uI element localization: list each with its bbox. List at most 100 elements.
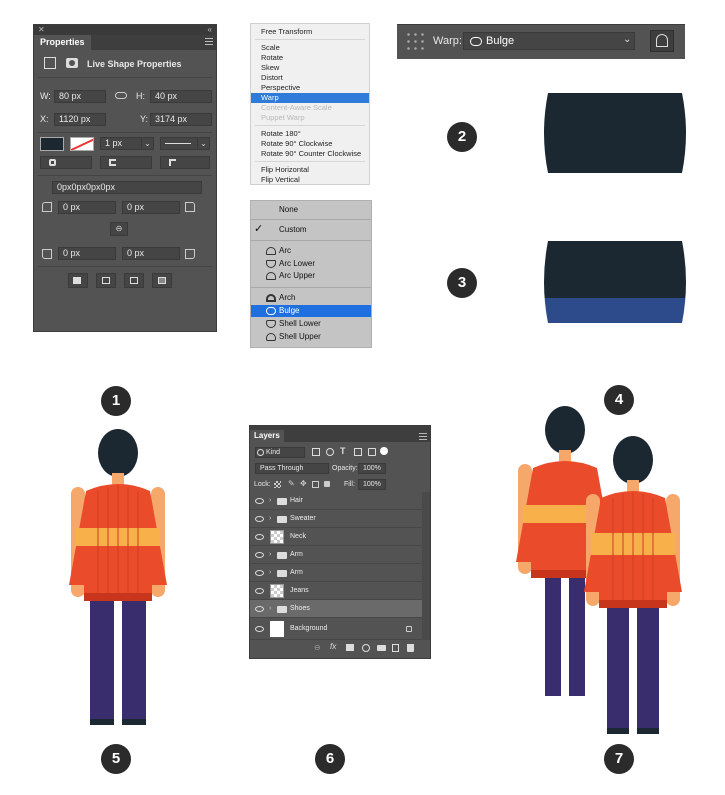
combine-shapes-icon[interactable] bbox=[68, 273, 88, 288]
warp-item-arc-upper[interactable]: Arc Upper bbox=[251, 270, 371, 282]
x-field[interactable]: 1120 px bbox=[54, 113, 106, 126]
blend-mode-select[interactable]: Pass Through bbox=[255, 463, 329, 474]
transform-context-menu: Free Transform Scale Rotate Skew Distort… bbox=[250, 23, 370, 185]
warp-item-shell-lower[interactable]: Shell Lower bbox=[251, 318, 371, 330]
layer-row-background[interactable]: Background bbox=[250, 618, 422, 640]
expand-caret-icon[interactable]: › bbox=[269, 600, 271, 618]
exclude-shape-icon[interactable] bbox=[152, 273, 172, 288]
corner-tl-field[interactable]: 0 px bbox=[58, 201, 116, 214]
filter-type-icon[interactable]: T bbox=[340, 446, 346, 456]
filter-pixel-icon[interactable] bbox=[312, 448, 320, 456]
eye-icon[interactable] bbox=[255, 534, 264, 540]
eye-icon[interactable] bbox=[255, 626, 264, 632]
menu-item-rotate-90-cw[interactable]: Rotate 90° Clockwise bbox=[251, 139, 369, 149]
corner-bl-field[interactable]: 0 px bbox=[58, 247, 116, 260]
warp-item-custom[interactable]: Custom bbox=[251, 224, 371, 236]
layer-row-hair[interactable]: › Hair bbox=[250, 492, 422, 510]
chevron-down-icon[interactable]: ⌄ bbox=[623, 34, 631, 45]
stroke-align-dropdown[interactable] bbox=[40, 156, 92, 169]
corner-br-field[interactable]: 0 px bbox=[122, 247, 180, 260]
folder-icon bbox=[277, 570, 287, 577]
fill-swatch[interactable] bbox=[40, 137, 64, 151]
stroke-style-chevron-icon[interactable]: ⌄ bbox=[197, 137, 210, 150]
close-icon[interactable]: ✕ bbox=[38, 25, 45, 35]
corner-radius-all-field[interactable]: 0px0px0px0px bbox=[52, 181, 202, 194]
intersect-shape-icon[interactable] bbox=[124, 273, 144, 288]
stroke-width-dropdown-icon[interactable]: ⌄ bbox=[141, 137, 154, 150]
subtract-shape-icon[interactable] bbox=[96, 273, 116, 288]
delete-layer-icon[interactable] bbox=[407, 644, 414, 652]
lock-all-icon[interactable] bbox=[324, 481, 330, 487]
y-field[interactable]: 3174 px bbox=[150, 113, 212, 126]
stroke-caps-dropdown[interactable] bbox=[100, 156, 152, 169]
warp-style-select[interactable]: Bulge bbox=[463, 32, 635, 50]
warp-item-arc-lower[interactable]: Arc Lower bbox=[251, 258, 371, 270]
menu-item-scale[interactable]: Scale bbox=[251, 43, 369, 53]
eye-icon[interactable] bbox=[255, 570, 264, 576]
warp-item-arc[interactable]: Arc bbox=[251, 245, 371, 257]
menu-item-flip-vertical[interactable]: Flip Vertical bbox=[251, 175, 369, 185]
warp-item-none[interactable]: None bbox=[251, 204, 371, 216]
menu-item-skew[interactable]: Skew bbox=[251, 63, 369, 73]
menu-item-flip-horizontal[interactable]: Flip Horizontal bbox=[251, 165, 369, 175]
eye-icon[interactable] bbox=[255, 588, 264, 594]
menu-item-free-transform[interactable]: Free Transform bbox=[251, 27, 369, 37]
link-layers-icon[interactable]: ⊖ bbox=[314, 643, 321, 652]
layer-name: Hair bbox=[290, 497, 303, 504]
new-group-icon[interactable] bbox=[377, 645, 386, 651]
menu-item-distort[interactable]: Distort bbox=[251, 73, 369, 83]
eye-icon[interactable] bbox=[255, 516, 264, 522]
add-mask-icon[interactable] bbox=[346, 644, 354, 651]
lock-pixels-icon[interactable]: ✎ bbox=[288, 479, 295, 488]
eye-icon[interactable] bbox=[255, 498, 264, 504]
filter-smart-object-icon[interactable] bbox=[368, 448, 376, 456]
width-field[interactable]: 80 px bbox=[54, 90, 106, 103]
stroke-style-dropdown[interactable] bbox=[160, 137, 200, 150]
menu-item-perspective[interactable]: Perspective bbox=[251, 83, 369, 93]
layer-row-arm[interactable]: › Arm bbox=[250, 546, 422, 564]
link-corners-icon[interactable]: ⊖ bbox=[110, 222, 128, 236]
filter-adjustment-icon[interactable] bbox=[326, 448, 334, 456]
filter-shape-icon[interactable] bbox=[354, 448, 362, 456]
layer-row-sweater[interactable]: › Sweater bbox=[250, 510, 422, 528]
expand-caret-icon[interactable]: › bbox=[269, 546, 271, 564]
panel-menu-icon[interactable] bbox=[205, 38, 213, 45]
filter-toggle-icon[interactable] bbox=[380, 447, 388, 455]
height-field[interactable]: 40 px bbox=[150, 90, 212, 103]
layer-row-neck[interactable]: Neck bbox=[250, 528, 422, 546]
lock-position-icon[interactable]: ✥ bbox=[300, 479, 307, 488]
layer-row-arm[interactable]: › Arm bbox=[250, 564, 422, 582]
tab-properties[interactable]: Properties bbox=[34, 35, 91, 50]
fx-icon[interactable]: fx bbox=[330, 642, 336, 651]
reference-point-icon[interactable] bbox=[405, 31, 425, 51]
step-badge-7: 7 bbox=[604, 744, 634, 774]
stroke-swatch[interactable] bbox=[70, 137, 94, 151]
expand-caret-icon[interactable]: › bbox=[269, 510, 271, 528]
layers-menu-icon[interactable] bbox=[419, 433, 427, 440]
menu-item-rotate[interactable]: Rotate bbox=[251, 53, 369, 63]
expand-caret-icon[interactable]: › bbox=[269, 564, 271, 582]
link-icon[interactable] bbox=[115, 92, 127, 99]
menu-item-rotate-180[interactable]: Rotate 180° bbox=[251, 129, 369, 139]
layer-row-jeans[interactable]: Jeans bbox=[250, 582, 422, 600]
tab-layers[interactable]: Layers bbox=[250, 430, 284, 442]
collapse-icon[interactable]: « bbox=[208, 25, 212, 35]
corner-tr-field[interactable]: 0 px bbox=[122, 201, 180, 214]
adjustment-layer-icon[interactable] bbox=[362, 644, 370, 652]
warp-item-arch[interactable]: Arch bbox=[251, 292, 371, 304]
warp-orientation-button[interactable] bbox=[650, 30, 674, 52]
fill-field[interactable]: 100% bbox=[358, 479, 386, 490]
eye-icon[interactable] bbox=[255, 552, 264, 558]
opacity-field[interactable]: 100% bbox=[358, 463, 386, 474]
stroke-corners-dropdown[interactable] bbox=[160, 156, 210, 169]
new-layer-icon[interactable] bbox=[392, 644, 399, 652]
menu-item-rotate-90-ccw[interactable]: Rotate 90° Counter Clockwise bbox=[251, 149, 369, 159]
layers-scrollbar[interactable] bbox=[422, 492, 430, 640]
expand-caret-icon[interactable]: › bbox=[269, 492, 271, 510]
layer-row-shoes[interactable]: › Shoes bbox=[250, 600, 422, 618]
menu-item-warp[interactable]: Warp bbox=[251, 93, 369, 103]
lock-transparent-icon[interactable] bbox=[274, 481, 281, 488]
lock-artboard-icon[interactable] bbox=[312, 481, 319, 488]
eye-icon[interactable] bbox=[255, 606, 264, 612]
warp-item-shell-upper[interactable]: Shell Upper bbox=[251, 331, 371, 343]
